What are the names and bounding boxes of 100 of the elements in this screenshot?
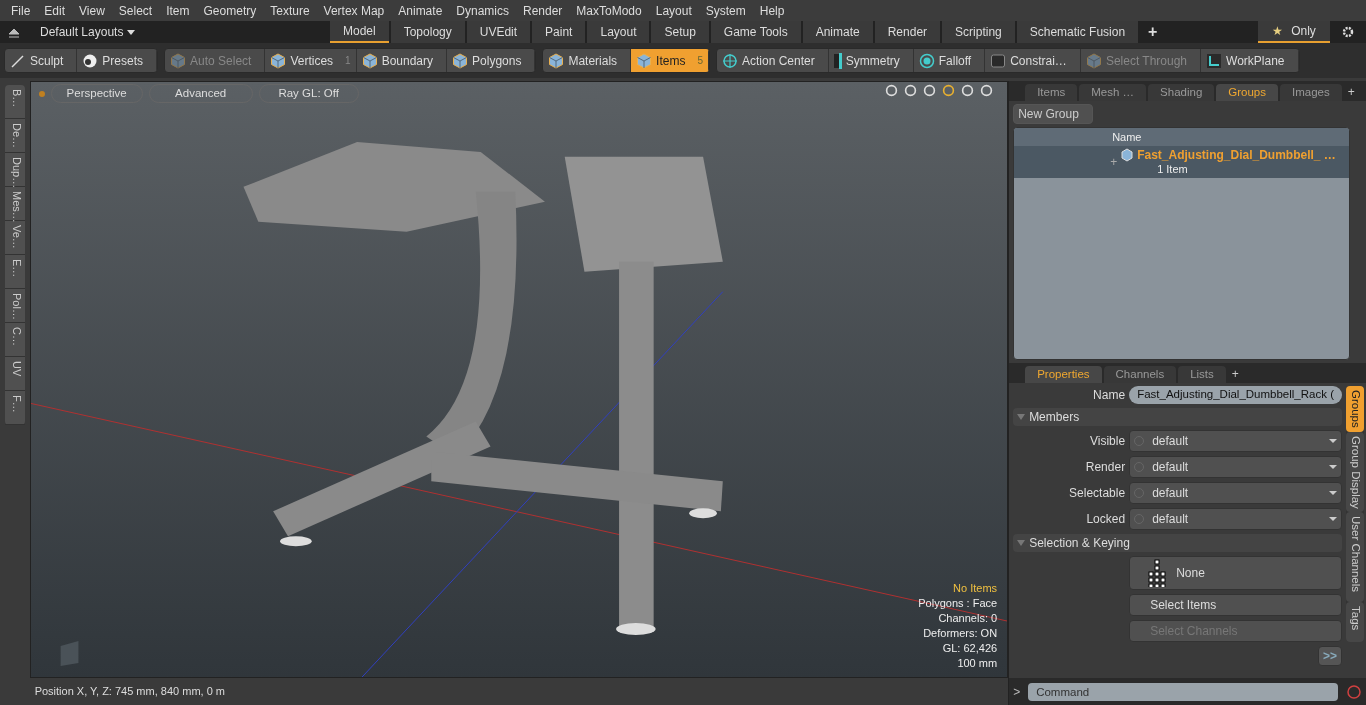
collapse-caret-icon [1017,539,1026,547]
layout-tab[interactable]: Animate [802,21,873,43]
layout-dropdown[interactable]: Default Layouts [40,23,330,41]
viewport-info: GL: 62,426 [942,641,998,656]
menu-item[interactable]: Animate [391,1,450,20]
dropdown[interactable]: default [1129,456,1342,478]
side-tool-tab[interactable]: Pol… [4,289,25,323]
panel-tab[interactable]: Lists [1178,366,1226,383]
section-header[interactable]: Selection & Keying [1013,534,1342,552]
menu-item[interactable]: MaxToModo [569,1,649,20]
layout-tab[interactable]: Schematic Fusion [1016,21,1139,43]
add-tab-button[interactable]: + [1140,21,1166,43]
menu-item[interactable]: Select [111,1,160,20]
panel-tab[interactable]: Properties [1025,366,1102,383]
viewport-info: Polygons : Face [918,596,998,611]
symmetry-icon [833,52,842,69]
cube-icon [170,52,187,69]
caret-icon [127,28,136,36]
action-button[interactable]: None [1129,556,1342,590]
side-tool-tab[interactable]: E… [4,255,25,289]
cube-icon [548,52,565,69]
side-tool-tab[interactable]: C… [4,323,25,357]
tool-button[interactable]: WorkPlane [1201,49,1299,72]
command-prompt: > [1013,683,1021,701]
layout-tab[interactable]: Render [874,21,941,43]
viewport-info: 100 mm [957,656,998,671]
side-tab[interactable]: Groups [1346,386,1364,432]
hierarchy-icon [1146,559,1169,587]
field-label: Selectable [1068,485,1126,502]
tool-button[interactable]: Items 5 [631,49,709,72]
layout-tab[interactable]: Layout [587,21,650,43]
tool-button[interactable]: Action Center [717,49,829,72]
ring-icon [918,52,935,69]
name-field[interactable]: Fast_Adjusting_Dial_Dumbbell_Rack ( [1129,386,1342,404]
side-tab[interactable]: Group Display [1346,432,1364,512]
cube-icon [361,52,378,69]
side-tool-tab[interactable]: F… [4,391,25,425]
field-label: Visible [1089,433,1126,450]
tool-button[interactable]: Presets [77,49,158,72]
record-icon[interactable] [1346,683,1362,700]
side-tool-tab[interactable]: B… [4,85,25,119]
tool-button[interactable]: Symmetry [828,49,914,72]
new-group-button[interactable]: New Group [1013,104,1094,124]
side-tool-tab[interactable]: Mes… [4,187,25,221]
viewport[interactable]: Perspective Advanced Ray GL: Off No Items Polygons : Face Channels: 0 Deformers: ON GL: 62,426 100 mm [29,81,1009,678]
viewport-info: Channels: 0 [938,611,998,626]
menu-item[interactable]: Item [159,1,197,20]
panel-tab[interactable]: Mesh … [1079,84,1147,101]
menu-item[interactable]: Texture [263,1,317,20]
menu-item[interactable]: Vertex Map [316,1,392,20]
brush-icon [10,52,26,69]
workplane-icon [1206,52,1223,69]
menu-item[interactable]: Render [516,1,570,20]
tool-button[interactable]: Boundary [356,49,448,72]
layout-tab[interactable]: Scripting [942,21,1015,43]
action-button[interactable]: Select Items [1129,594,1342,616]
section-header[interactable]: Members [1013,408,1342,426]
layout-tab[interactable]: Setup [651,21,709,43]
dropdown[interactable]: default [1129,430,1342,452]
menu-item[interactable]: Edit [37,1,73,20]
layout-tab[interactable]: Game Tools [710,21,801,43]
panel-tab[interactable]: Channels [1103,366,1177,383]
layout-tab[interactable]: UVEdit [466,21,531,43]
side-tool-tab[interactable]: UV [4,357,25,391]
side-tool-tab[interactable]: Dup… [4,153,25,187]
layout-tab[interactable]: Paint [532,21,586,43]
command-field[interactable]: Command [1028,682,1338,701]
panel-tab[interactable]: Images [1280,84,1342,101]
column-header[interactable]: Name [1112,128,1142,146]
side-tool-tab[interactable]: Ve… [4,221,25,255]
only-toggle[interactable]: ★ Only [1258,21,1330,43]
panel-tab[interactable]: Shading [1148,84,1215,101]
dropdown[interactable]: default [1129,508,1342,530]
layout-tab[interactable]: Topology [390,21,465,43]
dropdown[interactable]: default [1129,482,1342,504]
menu-item[interactable]: Help [752,1,792,20]
menu-item[interactable]: File [4,1,38,20]
panel-tab[interactable]: Groups [1216,84,1278,101]
tool-button[interactable]: Polygons [447,49,536,72]
tool-button[interactable]: Sculpt [5,49,78,72]
tool-button[interactable]: Constrai… [985,49,1081,72]
menu-item[interactable]: View [72,1,112,20]
side-tab[interactable]: Tags [1346,602,1364,642]
menu-item[interactable]: Layout [648,1,699,20]
layout-tab[interactable]: Model [330,21,389,43]
collapse-caret-icon [1017,413,1026,421]
side-tab[interactable]: User Channels [1346,512,1364,602]
caret-icon [1329,489,1337,497]
add-tab-button[interactable]: + [1227,365,1243,383]
group-row[interactable]: + Fast_Adjusting_Dial_Dumbbell_ … 1 Item [1014,146,1349,178]
menu-item[interactable]: System [698,1,753,20]
panel-tab[interactable]: Items [1025,84,1078,101]
up-arrow-icon[interactable] [8,26,20,38]
window-icon [990,52,1007,69]
menu-item[interactable]: Geometry [196,1,264,20]
menu-item[interactable]: Dynamics [449,1,516,20]
tool-button[interactable]: Falloff [913,49,986,72]
caret-icon [1329,515,1337,523]
add-tab-button[interactable]: + [1343,83,1359,101]
side-tool-tab[interactable]: De… [4,119,25,153]
